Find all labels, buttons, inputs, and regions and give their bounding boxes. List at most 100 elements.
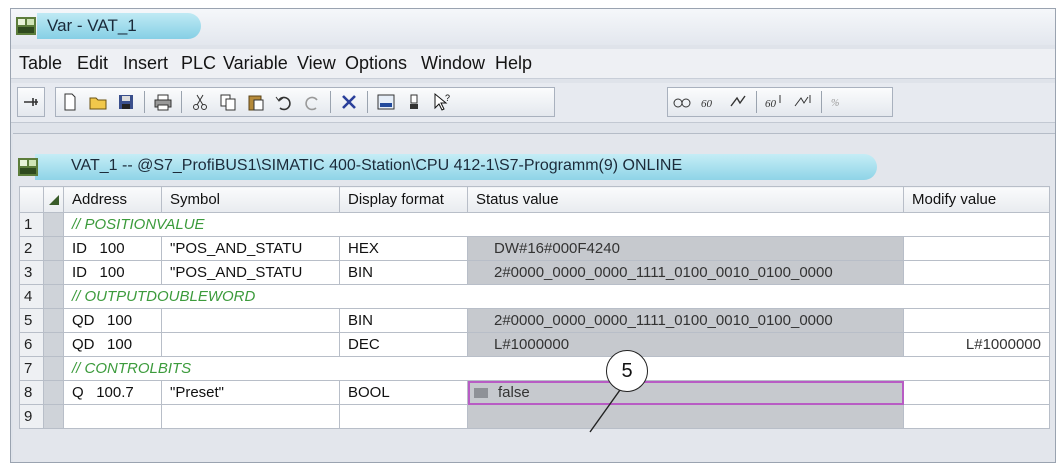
- menu-variable[interactable]: Variable: [223, 53, 288, 74]
- row-marker: [43, 260, 64, 285]
- monitor-variable-icon[interactable]: 60: [698, 90, 722, 114]
- symbol-cell[interactable]: "POS_AND_STATU: [161, 236, 340, 261]
- activate-modify-icon[interactable]: %: [828, 90, 852, 114]
- copy-icon[interactable]: [216, 90, 240, 114]
- cut-icon[interactable]: [188, 90, 212, 114]
- address-cell[interactable]: Q 100.7: [63, 380, 162, 405]
- row-number[interactable]: 7: [19, 356, 44, 381]
- undo-icon[interactable]: [272, 90, 296, 114]
- new-icon[interactable]: [58, 90, 82, 114]
- edit-marker-icon: [48, 194, 59, 205]
- paste-icon[interactable]: [244, 90, 268, 114]
- force-icon[interactable]: [402, 90, 426, 114]
- menu-options[interactable]: Options: [345, 53, 407, 74]
- address-cell[interactable]: ID 100: [63, 236, 162, 261]
- column-header-address[interactable]: Address: [63, 186, 162, 213]
- toolbar-separator: [144, 91, 145, 113]
- table-row[interactable]: 7 // CONTROLBITS: [19, 356, 1050, 381]
- column-header-symbol[interactable]: Symbol: [161, 186, 340, 213]
- row-number[interactable]: 3: [19, 260, 44, 285]
- modify-value-cell[interactable]: [903, 380, 1050, 405]
- address-cell[interactable]: [63, 404, 162, 429]
- display-format-cell[interactable]: [339, 404, 468, 429]
- column-header-display-format[interactable]: Display format: [339, 186, 468, 213]
- display-format-cell[interactable]: BOOL: [339, 380, 468, 405]
- row-number[interactable]: 1: [19, 212, 44, 237]
- row-marker: [43, 404, 64, 429]
- row-number[interactable]: 6: [19, 332, 44, 357]
- address-number: 100: [99, 264, 125, 281]
- corner-header[interactable]: [19, 186, 44, 213]
- comment-cell[interactable]: // CONTROLBITS: [63, 356, 1050, 381]
- row-marker: [43, 380, 64, 405]
- menu-plc[interactable]: PLC: [181, 53, 216, 74]
- modify-value-cell[interactable]: [903, 308, 1050, 333]
- row-number[interactable]: 9: [19, 404, 44, 429]
- table-row[interactable]: 5 QD 100 BIN 2#0000_0000_0000_1111_0100_…: [19, 308, 1050, 333]
- title-bar[interactable]: Var - VAT_1: [11, 9, 1055, 45]
- symbol-cell[interactable]: [161, 404, 340, 429]
- pin-icon[interactable]: [20, 90, 42, 114]
- modify-variable-icon[interactable]: [726, 90, 750, 114]
- toolbar-separator: [756, 91, 757, 113]
- column-header-modify-value[interactable]: Modify value: [903, 186, 1050, 213]
- menu-help[interactable]: Help: [495, 53, 532, 74]
- comment-cell[interactable]: // OUTPUTDOUBLEWORD: [63, 284, 1050, 309]
- modify-value-cell[interactable]: L#1000000: [903, 332, 1050, 357]
- symbol-cell[interactable]: "POS_AND_STATU: [161, 260, 340, 285]
- address-cell[interactable]: QD 100: [63, 308, 162, 333]
- trigger-modify-icon[interactable]: [791, 90, 815, 114]
- open-icon[interactable]: [86, 90, 110, 114]
- status-value-cell-selected[interactable]: false: [467, 380, 904, 405]
- callout-marker: 5: [606, 350, 648, 392]
- save-icon[interactable]: [114, 90, 138, 114]
- table-row[interactable]: 8 Q 100.7 "Preset" BOOL false: [19, 380, 1050, 405]
- row-number[interactable]: 8: [19, 380, 44, 405]
- glasses-icon[interactable]: [670, 90, 694, 114]
- table-row[interactable]: 9: [19, 404, 1050, 429]
- row-number[interactable]: 2: [19, 236, 44, 261]
- menu-edit[interactable]: Edit: [77, 53, 108, 74]
- display-format-cell[interactable]: BIN: [339, 260, 468, 285]
- row-number[interactable]: 5: [19, 308, 44, 333]
- menu-window[interactable]: Window: [421, 53, 485, 74]
- table-row[interactable]: 6 QD 100 DEC L#1000000 L#1000000: [19, 332, 1050, 357]
- delete-icon[interactable]: [337, 90, 361, 114]
- symbol-cell[interactable]: [161, 332, 340, 357]
- display-format-cell[interactable]: DEC: [339, 332, 468, 357]
- address-cell[interactable]: ID 100: [63, 260, 162, 285]
- menu-view[interactable]: View: [297, 53, 336, 74]
- toolbar-separator: [330, 91, 331, 113]
- symbol-cell[interactable]: [161, 308, 340, 333]
- column-header-status-value[interactable]: Status value: [467, 186, 904, 213]
- toolbar-monitor-group: 60 60 %: [667, 87, 893, 117]
- status-value-cell: L#1000000: [467, 332, 904, 357]
- display-format-cell[interactable]: HEX: [339, 236, 468, 261]
- variable-table: Address Symbol Display format Status val…: [19, 186, 1050, 429]
- monitor-icon[interactable]: [374, 90, 398, 114]
- row-number[interactable]: 4: [19, 284, 44, 309]
- menu-table[interactable]: Table: [19, 53, 62, 74]
- table-row[interactable]: 1 // POSITIONVALUE: [19, 212, 1050, 237]
- redo-icon[interactable]: [300, 90, 324, 114]
- modify-value-cell[interactable]: [903, 404, 1050, 429]
- toolbar: ? 60 60 %: [11, 83, 1055, 123]
- svg-text:%: %: [831, 98, 839, 109]
- address-cell[interactable]: QD 100: [63, 332, 162, 357]
- address-number: 100: [107, 336, 133, 353]
- comment-cell[interactable]: // POSITIONVALUE: [63, 212, 1050, 237]
- menu-insert[interactable]: Insert: [123, 53, 168, 74]
- modify-value-cell[interactable]: [903, 260, 1050, 285]
- marker-header[interactable]: [43, 186, 64, 213]
- table-row[interactable]: 2 ID 100 "POS_AND_STATU HEX DW#16#000F42…: [19, 236, 1050, 261]
- print-icon[interactable]: [151, 90, 175, 114]
- display-format-cell[interactable]: BIN: [339, 308, 468, 333]
- operand: ID: [72, 264, 87, 281]
- table-row[interactable]: 3 ID 100 "POS_AND_STATU BIN 2#0000_0000_…: [19, 260, 1050, 285]
- modify-value-cell[interactable]: [903, 236, 1050, 261]
- symbol-cell[interactable]: "Preset": [161, 380, 340, 405]
- trigger-monitor-icon[interactable]: 60: [763, 90, 787, 114]
- toolbar-main-group: ?: [55, 87, 555, 117]
- table-row[interactable]: 4 // OUTPUTDOUBLEWORD: [19, 284, 1050, 309]
- help-cursor-icon[interactable]: ?: [430, 90, 454, 114]
